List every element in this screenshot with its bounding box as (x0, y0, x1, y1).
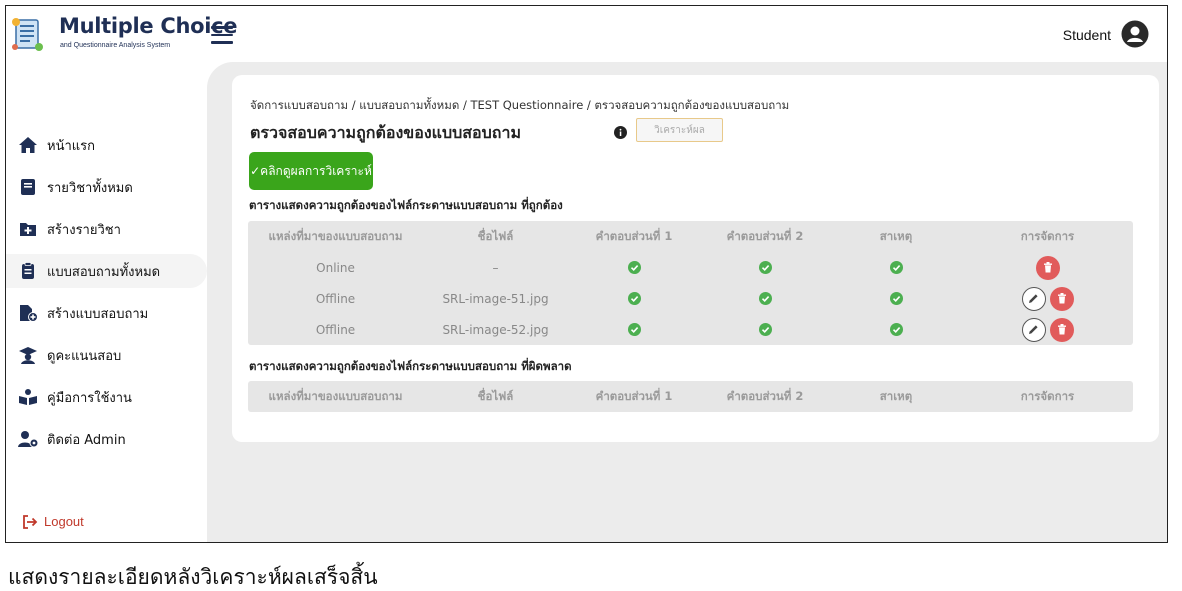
sidebar-item-label: หน้าแรก (47, 138, 95, 154)
sidebar-item-manual[interactable]: คู่มือการใช้งาน (6, 380, 207, 414)
sidebar-item-create-course[interactable]: สร้างรายวิชา (6, 212, 207, 246)
logout-button[interactable]: Logout (22, 514, 84, 529)
column-header: การจัดการ (1020, 388, 1075, 403)
clipboard-icon (17, 261, 39, 281)
delete-button[interactable] (1049, 317, 1074, 342)
reader-icon (17, 387, 39, 407)
column-header: ชื่อไฟล์ (477, 388, 514, 403)
filename-cell: – (492, 260, 499, 275)
column-header: การจัดการ (1020, 228, 1075, 243)
sidebar-item-label: รายวิชาทั้งหมด (47, 180, 133, 196)
trash-icon (1043, 262, 1052, 273)
invalid-table: แหล่งที่มาของแบบสอบถาม ชื่อไฟล์ คำตอบส่ว… (248, 381, 1133, 412)
edit-button[interactable] (1021, 317, 1046, 342)
sidebar-item-label: ติดต่อ Admin (47, 432, 126, 448)
page-title: ตรวจสอบความถูกต้องของแบบสอบถาม (250, 123, 522, 142)
logout-icon (23, 514, 38, 529)
table-row: Offline SRL-image-52.jpg (248, 314, 1133, 345)
column-header: ชื่อไฟล์ (477, 228, 514, 243)
sidebar-item-home[interactable]: หน้าแรก (6, 128, 207, 162)
delete-button[interactable] (1035, 255, 1060, 280)
pencil-icon (1029, 325, 1038, 334)
user-avatar-icon[interactable] (1121, 20, 1149, 48)
app-window: Multiple Choice and Questionnaire Analys… (5, 5, 1168, 543)
column-header: คำตอบส่วนที่ 1 (595, 228, 673, 243)
graduate-icon (17, 345, 39, 365)
sidebar-item-label: สร้างรายวิชา (47, 222, 121, 238)
check-icon (889, 323, 903, 336)
column-header: แหล่งที่มาของแบบสอบถาม (268, 228, 403, 243)
column-header: แหล่งที่มาของแบบสอบถาม (268, 388, 403, 403)
column-header: คำตอบส่วนที่ 2 (726, 228, 804, 243)
sidebar-item-all-courses[interactable]: รายวิชาทั้งหมด (6, 170, 207, 204)
sidebar-item-label: สร้างแบบสอบถาม (47, 306, 149, 322)
table-row: Online – (248, 252, 1133, 283)
source-cell: Offline (315, 291, 356, 306)
logout-label: Logout (44, 514, 84, 529)
check-icon (758, 261, 772, 274)
check-icon (758, 292, 772, 305)
figure-caption: แสดงรายละเอียดหลังวิเคราะห์ผลเสร็จสิ้น (8, 565, 378, 589)
sidebar-item-all-questionnaires[interactable]: แบบสอบถามทั้งหมด (6, 254, 207, 288)
column-header: สาเหตุ (879, 228, 913, 243)
content-card: จัดการแบบสอบถาม / แบบสอบถามทั้งหมด / TES… (232, 75, 1159, 442)
view-result-button[interactable]: ✓คลิกดูผลการวิเคราะห์ (249, 152, 373, 190)
check-icon (627, 292, 641, 305)
table-header: แหล่งที่มาของแบบสอบถาม ชื่อไฟล์ คำตอบส่ว… (248, 221, 1133, 252)
pencil-icon (1029, 294, 1038, 303)
folder-plus-icon (17, 219, 39, 239)
column-header: คำตอบส่วนที่ 1 (595, 388, 673, 403)
check-icon (627, 323, 641, 336)
analyze-button[interactable]: วิเคราะห์ผล (636, 118, 723, 142)
menu-icon[interactable] (211, 26, 233, 44)
filename-cell: SRL-image-52.jpg (442, 322, 549, 337)
trash-icon (1057, 324, 1066, 335)
sidebar-item-scores[interactable]: ดูคะแนนสอบ (6, 338, 207, 372)
sidebar-item-create-questionnaire[interactable]: สร้างแบบสอบถาม (6, 296, 207, 330)
check-icon (758, 323, 772, 336)
edit-button[interactable] (1021, 286, 1046, 311)
info-icon[interactable] (614, 126, 627, 139)
source-cell: Offline (315, 322, 356, 337)
sidebar-item-label: คู่มือการใช้งาน (47, 390, 132, 406)
check-icon (627, 261, 641, 274)
trash-icon (1057, 293, 1066, 304)
file-plus-icon (17, 303, 39, 323)
home-icon (17, 135, 39, 155)
logo-icon (12, 18, 43, 51)
valid-table: แหล่งที่มาของแบบสอบถาม ชื่อไฟล์ คำตอบส่ว… (248, 221, 1133, 345)
delete-button[interactable] (1049, 286, 1074, 311)
sidebar-item-label: ดูคะแนนสอบ (47, 348, 122, 364)
invalid-table-title: ตารางแสดงความถูกต้องของไฟล์กระดาษแบบสอบถ… (249, 359, 572, 373)
sidebar-item-label: แบบสอบถามทั้งหมด (47, 264, 161, 280)
brand-subtitle: and Questionnaire Analysis System (60, 42, 171, 49)
main-content: จัดการแบบสอบถาม / แบบสอบถามทั้งหมด / TES… (207, 62, 1167, 542)
user-name: Student (1062, 27, 1111, 43)
check-icon (889, 261, 903, 274)
filename-cell: SRL-image-51.jpg (442, 291, 549, 306)
valid-table-title: ตารางแสดงความถูกต้องของไฟล์กระดาษแบบสอบถ… (249, 198, 563, 212)
table-header: แหล่งที่มาของแบบสอบถาม ชื่อไฟล์ คำตอบส่ว… (248, 381, 1133, 412)
column-header: คำตอบส่วนที่ 2 (726, 388, 804, 403)
column-header: สาเหตุ (879, 388, 913, 403)
sidebar-item-contact-admin[interactable]: ติดต่อ Admin (6, 422, 207, 456)
user-gear-icon (17, 429, 39, 449)
table-row: Offline SRL-image-51.jpg (248, 283, 1133, 314)
sidebar: หน้าแรก รายวิชาทั้งหมด สร้างรายวิชา แบบส… (6, 62, 207, 542)
top-bar: Multiple Choice and Questionnaire Analys… (6, 6, 1167, 62)
check-icon (889, 292, 903, 305)
book-icon (17, 177, 39, 197)
source-cell: Online (316, 260, 355, 275)
breadcrumb: จัดการแบบสอบถาม / แบบสอบถามทั้งหมด / TES… (250, 98, 790, 112)
